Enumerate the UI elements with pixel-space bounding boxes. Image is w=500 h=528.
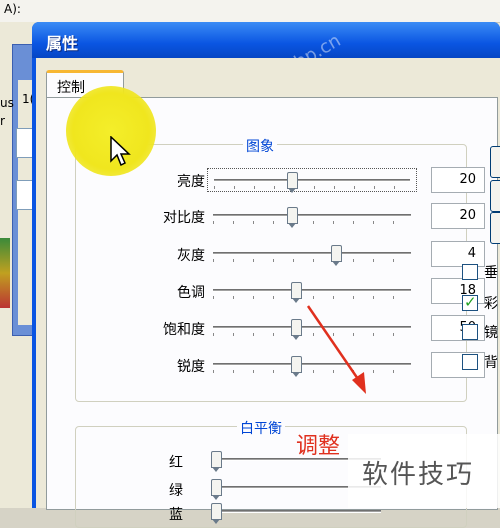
grayscale-label: 灰度 <box>177 248 205 264</box>
vertical-flip-label: 垂 <box>484 265 498 281</box>
slider-thumb[interactable] <box>287 207 299 228</box>
side-button[interactable] <box>490 180 500 212</box>
brightness-value[interactable]: 20 <box>431 167 485 193</box>
brand-watermark: 软件技巧 <box>348 434 500 508</box>
background-letter: us <box>0 96 14 110</box>
dialog-title: 属性 <box>46 34 79 53</box>
mirror-checkbox[interactable] <box>462 324 478 340</box>
background-menu-strip: A): <box>0 0 500 23</box>
slider-thumb[interactable] <box>291 282 303 303</box>
brand-text: 软件技巧 <box>362 460 475 490</box>
red-label: 红 <box>169 455 183 471</box>
slider-thumb[interactable] <box>211 479 223 500</box>
dialog-titlebar[interactable]: 属性 php.cn <box>32 22 500 79</box>
contrast-label: 对比度 <box>163 210 205 226</box>
brightness-label: 亮度 <box>177 174 205 190</box>
contrast-value[interactable]: 20 <box>431 203 485 229</box>
backlight-checkbox[interactable] <box>462 354 478 370</box>
mirror-label: 镜 <box>484 325 498 341</box>
image-group-label: 图象 <box>243 136 277 156</box>
color-label: 彩 <box>484 296 498 312</box>
background-color-bar <box>0 238 10 308</box>
slider-thumb[interactable] <box>211 451 223 472</box>
slider-thumb[interactable] <box>211 503 223 524</box>
hue-label: 色调 <box>177 285 205 301</box>
green-label: 绿 <box>169 483 183 499</box>
sharpness-label: 锐度 <box>177 359 205 375</box>
saturation-label: 饱和度 <box>163 322 205 338</box>
backlight-label: 背 <box>484 355 498 371</box>
tab-control-label: 控制 <box>57 80 85 96</box>
white-balance-group-label: 白平衡 <box>237 418 285 438</box>
color-checkbox[interactable] <box>462 293 478 311</box>
annotation-text: 调整 <box>296 434 341 459</box>
contrast-slider[interactable] <box>207 204 417 228</box>
background-top-text: A): <box>4 2 21 16</box>
vertical-flip-checkbox[interactable] <box>462 264 478 280</box>
red-arrow-icon <box>306 305 366 394</box>
grayscale-slider[interactable] <box>207 242 417 266</box>
slider-thumb[interactable] <box>330 245 342 266</box>
background-letter: r <box>0 114 5 128</box>
blue-label: 蓝 <box>169 507 183 523</box>
side-button[interactable] <box>490 212 500 244</box>
brightness-slider[interactable] <box>207 168 417 193</box>
slider-thumb[interactable] <box>287 172 299 193</box>
side-button[interactable] <box>490 146 500 178</box>
